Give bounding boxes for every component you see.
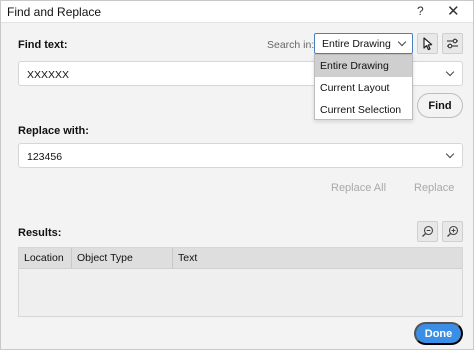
find-text-label: Find text: [18, 39, 68, 51]
replace-text-value: 123456 [27, 151, 63, 163]
find-text-value: XXXXXX [27, 69, 70, 81]
search-scope-dropdown: Entire Drawing Current Layout Current Se… [314, 54, 413, 120]
done-button[interactable]: Done [414, 322, 463, 345]
settings-sliders-icon [447, 38, 458, 49]
help-button[interactable]: ? [417, 4, 424, 18]
search-in-label: Search in: [267, 39, 315, 51]
replace-all-button[interactable]: Replace All [331, 182, 386, 194]
chevron-down-icon [445, 149, 455, 159]
find-replace-dialog: Find and Replace ? ✕ Find text: Search i… [0, 0, 474, 350]
scope-option-current-selection[interactable]: Current Selection [315, 99, 412, 121]
column-header-text[interactable]: Text [173, 248, 462, 269]
zoom-in-button[interactable] [442, 221, 463, 242]
chevron-down-icon [445, 67, 455, 77]
column-header-location[interactable]: Location [19, 248, 72, 269]
scope-option-entire-drawing[interactable]: Entire Drawing [315, 55, 412, 77]
close-button[interactable]: ✕ [447, 2, 460, 20]
search-scope-value: Entire Drawing [322, 38, 391, 50]
replace-text-input[interactable]: 123456 [18, 143, 463, 168]
results-table[interactable]: Location Object Type Text [18, 247, 463, 317]
find-button[interactable]: Find [417, 93, 463, 118]
select-objects-button[interactable] [417, 33, 438, 54]
title-bar: Find and Replace ? ✕ [1, 1, 473, 23]
zoom-out-icon [422, 225, 434, 237]
search-scope-select[interactable]: Entire Drawing [314, 33, 413, 54]
replace-button[interactable]: Replace [414, 182, 454, 194]
chevron-down-icon [397, 37, 407, 47]
dialog-title: Find and Replace [7, 5, 102, 19]
results-header-row: Location Object Type Text [19, 248, 462, 269]
results-label: Results: [18, 227, 62, 239]
column-header-object-type[interactable]: Object Type [72, 248, 173, 269]
replace-with-label: Replace with: [18, 125, 89, 137]
zoom-out-button[interactable] [417, 221, 438, 242]
search-options-button[interactable] [442, 33, 463, 54]
cursor-arrow-icon [423, 37, 433, 51]
scope-option-current-layout[interactable]: Current Layout [315, 77, 412, 99]
zoom-in-icon [447, 225, 459, 237]
